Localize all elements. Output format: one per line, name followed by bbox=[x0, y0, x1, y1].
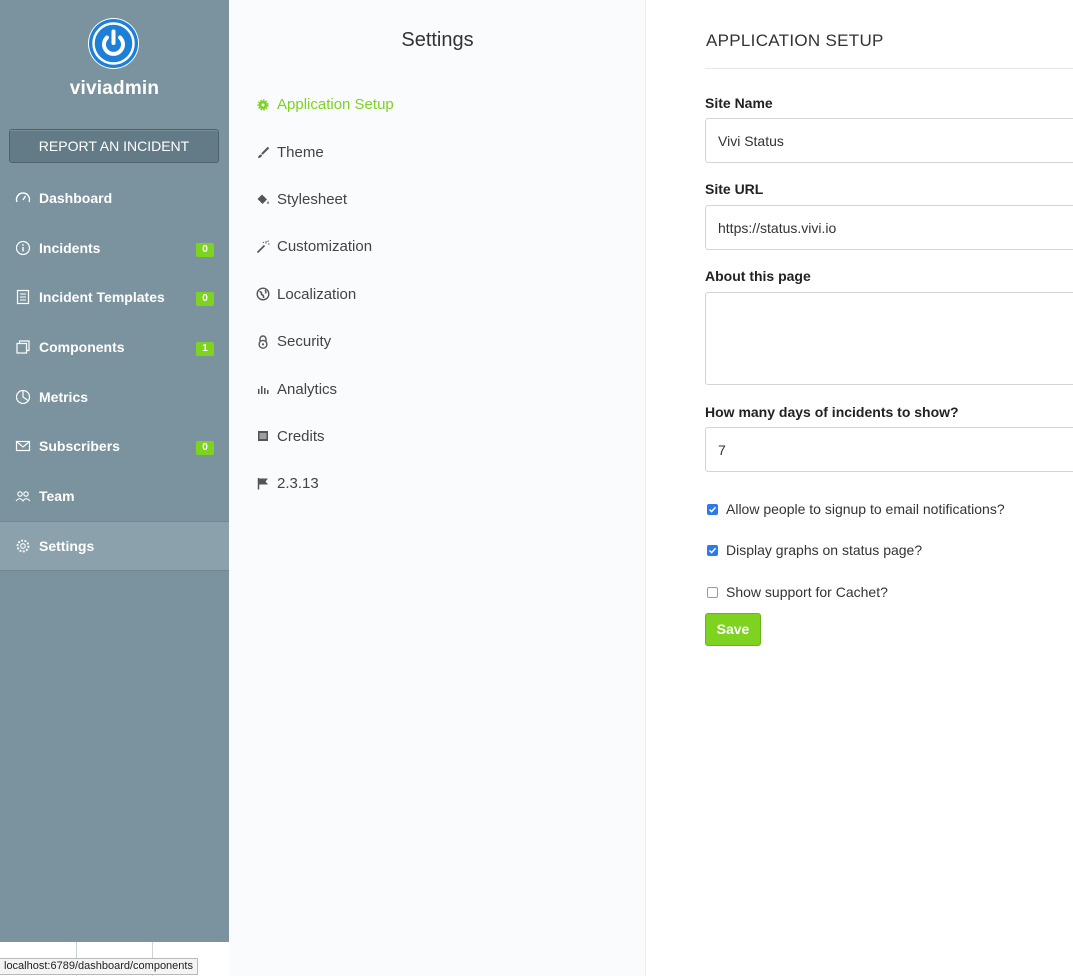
pie-chart-icon bbox=[14, 388, 32, 406]
settings-item-version[interactable]: 2.3.13 bbox=[256, 460, 394, 507]
settings-item-stylesheet[interactable]: Stylesheet bbox=[256, 176, 394, 223]
display-graphs-label: Display graphs on status page? bbox=[726, 542, 923, 558]
brand: viviadmin bbox=[0, 0, 229, 120]
sidebar-item-label: Settings bbox=[39, 537, 95, 554]
cachet-support-checkbox-row[interactable]: Show support for Cachet? bbox=[707, 584, 888, 600]
status-bar-url: localhost:6789/dashboard/components bbox=[0, 958, 198, 975]
settings-subnav: Settings Application Setup Theme Stylesh… bbox=[229, 0, 646, 976]
settings-item-security[interactable]: Security bbox=[256, 318, 394, 365]
email-signup-checkbox-row[interactable]: Allow people to signup to email notifica… bbox=[707, 501, 1005, 517]
sidebar-item-settings[interactable]: Settings bbox=[0, 520, 229, 571]
about-label: About this page bbox=[705, 268, 811, 284]
sidebar-item-incident-templates[interactable]: Incident Templates 0 bbox=[0, 272, 229, 322]
settings-item-label: Theme bbox=[277, 143, 324, 161]
document-icon bbox=[14, 288, 32, 306]
page-title: APPLICATION SETUP bbox=[706, 31, 884, 50]
settings-item-label: Security bbox=[277, 333, 332, 351]
sidebar-item-label: Team bbox=[39, 487, 75, 504]
count-badge: 1 bbox=[196, 342, 214, 357]
settings-item-analytics[interactable]: Analytics bbox=[256, 365, 394, 412]
settings-item-theme[interactable]: Theme bbox=[256, 128, 394, 175]
bar-chart-icon bbox=[256, 382, 270, 396]
cachet-support-label: Show support for Cachet? bbox=[726, 584, 888, 600]
gear-icon bbox=[14, 537, 32, 555]
settings-item-credits[interactable]: Credits bbox=[256, 413, 394, 460]
brand-name: viviadmin bbox=[69, 78, 160, 99]
site-url-input[interactable] bbox=[705, 205, 1073, 250]
flag-icon bbox=[256, 477, 270, 491]
site-name-label: Site Name bbox=[705, 95, 773, 111]
sidebar-item-label: Dashboard bbox=[39, 189, 113, 206]
sidebar-item-dashboard[interactable]: Dashboard bbox=[0, 173, 229, 223]
days-label: How many days of incidents to show? bbox=[705, 404, 959, 420]
settings-item-label: 2.3.13 bbox=[277, 475, 319, 493]
power-icon[interactable] bbox=[88, 18, 139, 69]
count-badge: 0 bbox=[196, 292, 214, 307]
lock-icon bbox=[256, 335, 270, 349]
display-graphs-checkbox-row[interactable]: Display graphs on status page? bbox=[707, 542, 922, 558]
brush-icon bbox=[256, 145, 270, 159]
site-name-input[interactable] bbox=[705, 118, 1073, 163]
sidebar-item-team[interactable]: Team bbox=[0, 471, 229, 521]
cachet-support-checkbox[interactable] bbox=[707, 586, 718, 598]
email-signup-checkbox[interactable] bbox=[707, 503, 718, 515]
paint-bucket-icon bbox=[256, 192, 270, 206]
count-badge: 0 bbox=[196, 441, 214, 456]
main-content: APPLICATION SETUP Site Name Site URL Abo… bbox=[646, 0, 1073, 976]
title-divider bbox=[705, 68, 1073, 69]
sidebar-item-subscribers[interactable]: Subscribers 0 bbox=[0, 421, 229, 471]
site-url-label: Site URL bbox=[705, 181, 764, 197]
settings-item-label: Application Setup bbox=[277, 96, 394, 114]
display-graphs-checkbox[interactable] bbox=[707, 544, 718, 556]
sidebar-item-metrics[interactable]: Metrics bbox=[0, 372, 229, 422]
settings-item-label: Credits bbox=[277, 427, 325, 445]
settings-item-customization[interactable]: Customization bbox=[256, 223, 394, 270]
email-signup-label: Allow people to signup to email notifica… bbox=[726, 501, 1005, 517]
sidebar-item-incidents[interactable]: Incidents 0 bbox=[0, 223, 229, 273]
info-circle-icon bbox=[14, 239, 32, 257]
magic-wand-icon bbox=[256, 240, 270, 254]
dashboard-gauge-icon bbox=[14, 189, 32, 207]
save-button[interactable]: Save bbox=[705, 613, 761, 646]
globe-icon bbox=[256, 287, 270, 301]
sidebar: viviadmin REPORT AN INCIDENT Dashboard I… bbox=[0, 0, 229, 976]
copy-icon bbox=[14, 338, 32, 356]
mail-icon bbox=[14, 437, 32, 455]
settings-item-localization[interactable]: Localization bbox=[256, 271, 394, 318]
about-textarea[interactable] bbox=[705, 292, 1073, 385]
team-icon bbox=[14, 487, 32, 505]
cog-icon bbox=[256, 98, 270, 112]
sidebar-nav: Dashboard Incidents 0 Incident Templates… bbox=[0, 173, 229, 571]
sidebar-item-label: Metrics bbox=[39, 388, 89, 405]
settings-item-label: Customization bbox=[277, 238, 373, 256]
count-badge: 0 bbox=[196, 242, 214, 257]
sidebar-item-components[interactable]: Components 1 bbox=[0, 322, 229, 372]
settings-menu: Application Setup Theme Stylesheet Custo… bbox=[256, 81, 394, 508]
list-icon bbox=[256, 429, 270, 443]
settings-item-application-setup[interactable]: Application Setup bbox=[256, 81, 394, 128]
settings-item-label: Analytics bbox=[277, 380, 338, 398]
settings-title: Settings bbox=[401, 29, 474, 51]
report-incident-button[interactable]: REPORT AN INCIDENT bbox=[9, 129, 219, 163]
days-input[interactable] bbox=[705, 427, 1073, 472]
settings-item-label: Localization bbox=[277, 285, 357, 303]
settings-item-label: Stylesheet bbox=[277, 190, 348, 208]
